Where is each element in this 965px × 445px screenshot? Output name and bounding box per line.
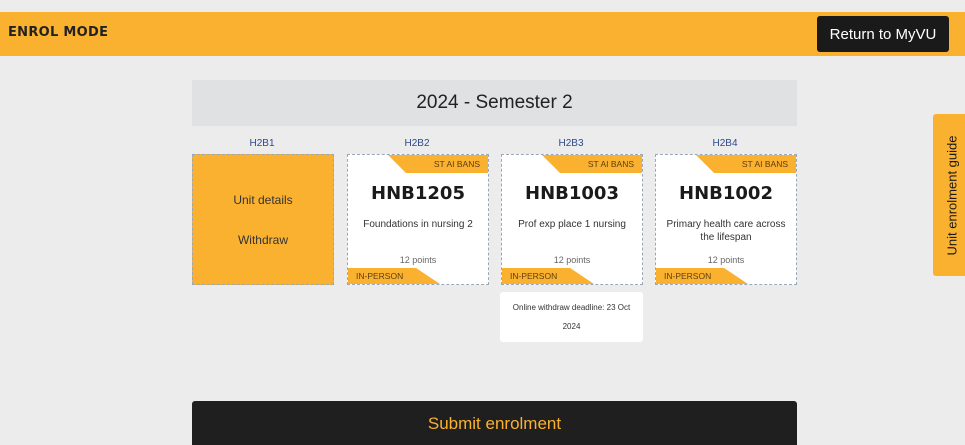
unit-card-hnb1003[interactable]: ST AI BANS HNB1003 Prof exp place 1 nurs… [501, 154, 643, 285]
campus-tag: ST AI BANS [542, 155, 642, 173]
unit-points: 12 points [399, 255, 437, 265]
unit-name: Primary health care across the lifespan [666, 219, 786, 243]
block-label-h2b4: H2B4 [712, 138, 738, 149]
unit-points: 12 points [707, 255, 745, 265]
unit-actions-card: Unit details Withdraw [192, 154, 334, 285]
unit-enrolment-guide-label: Unit enrolment guide [944, 135, 960, 255]
delivery-mode-tag: IN-PERSON [348, 268, 440, 284]
unit-name: Foundations in nursing 2 [363, 219, 473, 230]
unit-enrolment-guide-tab[interactable]: Unit enrolment guide [933, 114, 965, 276]
unit-name: Prof exp place 1 nursing [518, 219, 626, 230]
withdraw-link[interactable]: Withdraw [238, 233, 288, 247]
unit-card-hnb1002[interactable]: ST AI BANS HNB1002 Primary health care a… [655, 154, 797, 285]
unit-code: HNB1003 [525, 183, 619, 204]
withdraw-deadline-notice: Online withdraw deadline: 23 Oct 2024 [500, 292, 643, 342]
delivery-mode-tag: IN-PERSON [656, 268, 748, 284]
campus-tag: ST AI BANS [388, 155, 488, 173]
top-bar: ENROL MODE Return to MyVU [0, 12, 965, 56]
semester-title: 2024 - Semester 2 [192, 80, 797, 126]
unit-code: HNB1002 [679, 183, 773, 204]
page-mode-title: ENROL MODE [8, 25, 109, 40]
unit-points: 12 points [553, 255, 591, 265]
delivery-mode-tag: IN-PERSON [502, 268, 594, 284]
unit-card-hnb1205[interactable]: ST AI BANS HNB1205 Foundations in nursin… [347, 154, 489, 285]
campus-tag: ST AI BANS [696, 155, 796, 173]
block-label-h2b1: H2B1 [249, 138, 275, 149]
block-label-h2b3: H2B3 [558, 138, 584, 149]
unit-code: HNB1205 [371, 183, 465, 204]
return-to-myvu-button[interactable]: Return to MyVU [817, 16, 949, 52]
submit-enrolment-button[interactable]: Submit enrolment [192, 401, 797, 445]
block-label-h2b2: H2B2 [404, 138, 430, 149]
unit-details-link[interactable]: Unit details [233, 193, 292, 207]
